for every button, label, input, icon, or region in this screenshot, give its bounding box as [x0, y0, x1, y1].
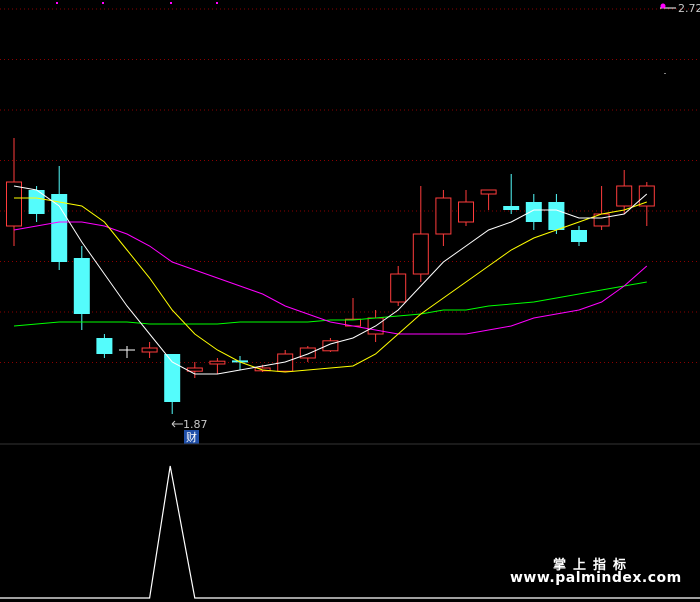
ma-long-line [13, 221, 648, 335]
candlesticks [6, 138, 655, 414]
candle-body-up [435, 197, 452, 235]
candle [412, 186, 429, 282]
top-dot [170, 2, 172, 4]
candle [616, 170, 633, 214]
candle [435, 190, 452, 246]
candle-body-up [412, 233, 429, 275]
candle [480, 189, 497, 210]
candle-body-down [96, 338, 113, 354]
low-price-label: 1.87 [171, 418, 208, 431]
candle-body-down [164, 354, 181, 402]
marker-badge-text: 财 [186, 430, 197, 444]
candle [73, 246, 90, 330]
candle-body-up [638, 185, 655, 207]
candle-body-up [458, 201, 474, 223]
candle [232, 356, 248, 370]
top-dot [102, 2, 104, 4]
stock-chart: 2.72 1.87 财 [0, 2, 700, 599]
marker-badge: 财 [184, 430, 199, 444]
candle [209, 358, 226, 374]
candle-body-down [571, 230, 587, 242]
candle [390, 266, 407, 306]
candle [458, 190, 474, 226]
top-marker-dots [56, 2, 218, 4]
candle [141, 342, 158, 358]
candle-body-down [525, 202, 542, 222]
ma-longest-line [13, 281, 647, 327]
candle-body-up [6, 181, 22, 227]
candle-body-down [548, 202, 565, 230]
watermark-url: www.palmindex.com [510, 570, 682, 586]
candle [322, 338, 339, 352]
candle-body-up [141, 347, 158, 353]
candle [277, 350, 294, 372]
low-price-text: 1.87 [183, 418, 208, 431]
candle [503, 174, 520, 214]
candle-body-up [480, 189, 497, 195]
high-price-label: 2.72 [660, 2, 700, 15]
candle [164, 354, 181, 414]
candle [345, 298, 361, 327]
high-price-text: 2.72 [678, 2, 700, 15]
candle-body-down [51, 194, 68, 262]
candle [571, 226, 587, 246]
candle-body-up [616, 185, 633, 207]
candle [186, 362, 203, 378]
candle-body-down [73, 258, 90, 314]
candle [51, 166, 68, 270]
candle-body-down [503, 206, 520, 210]
candle [96, 334, 113, 358]
candle-body-up [390, 273, 407, 303]
candle [525, 194, 542, 230]
top-dot [216, 2, 218, 4]
candle-body-up [299, 347, 316, 359]
candle [119, 346, 135, 358]
candle [28, 186, 45, 222]
candle-body-up [209, 360, 226, 365]
top-dot [56, 2, 58, 4]
price-gridlines [0, 8, 700, 363]
candle [593, 186, 610, 230]
